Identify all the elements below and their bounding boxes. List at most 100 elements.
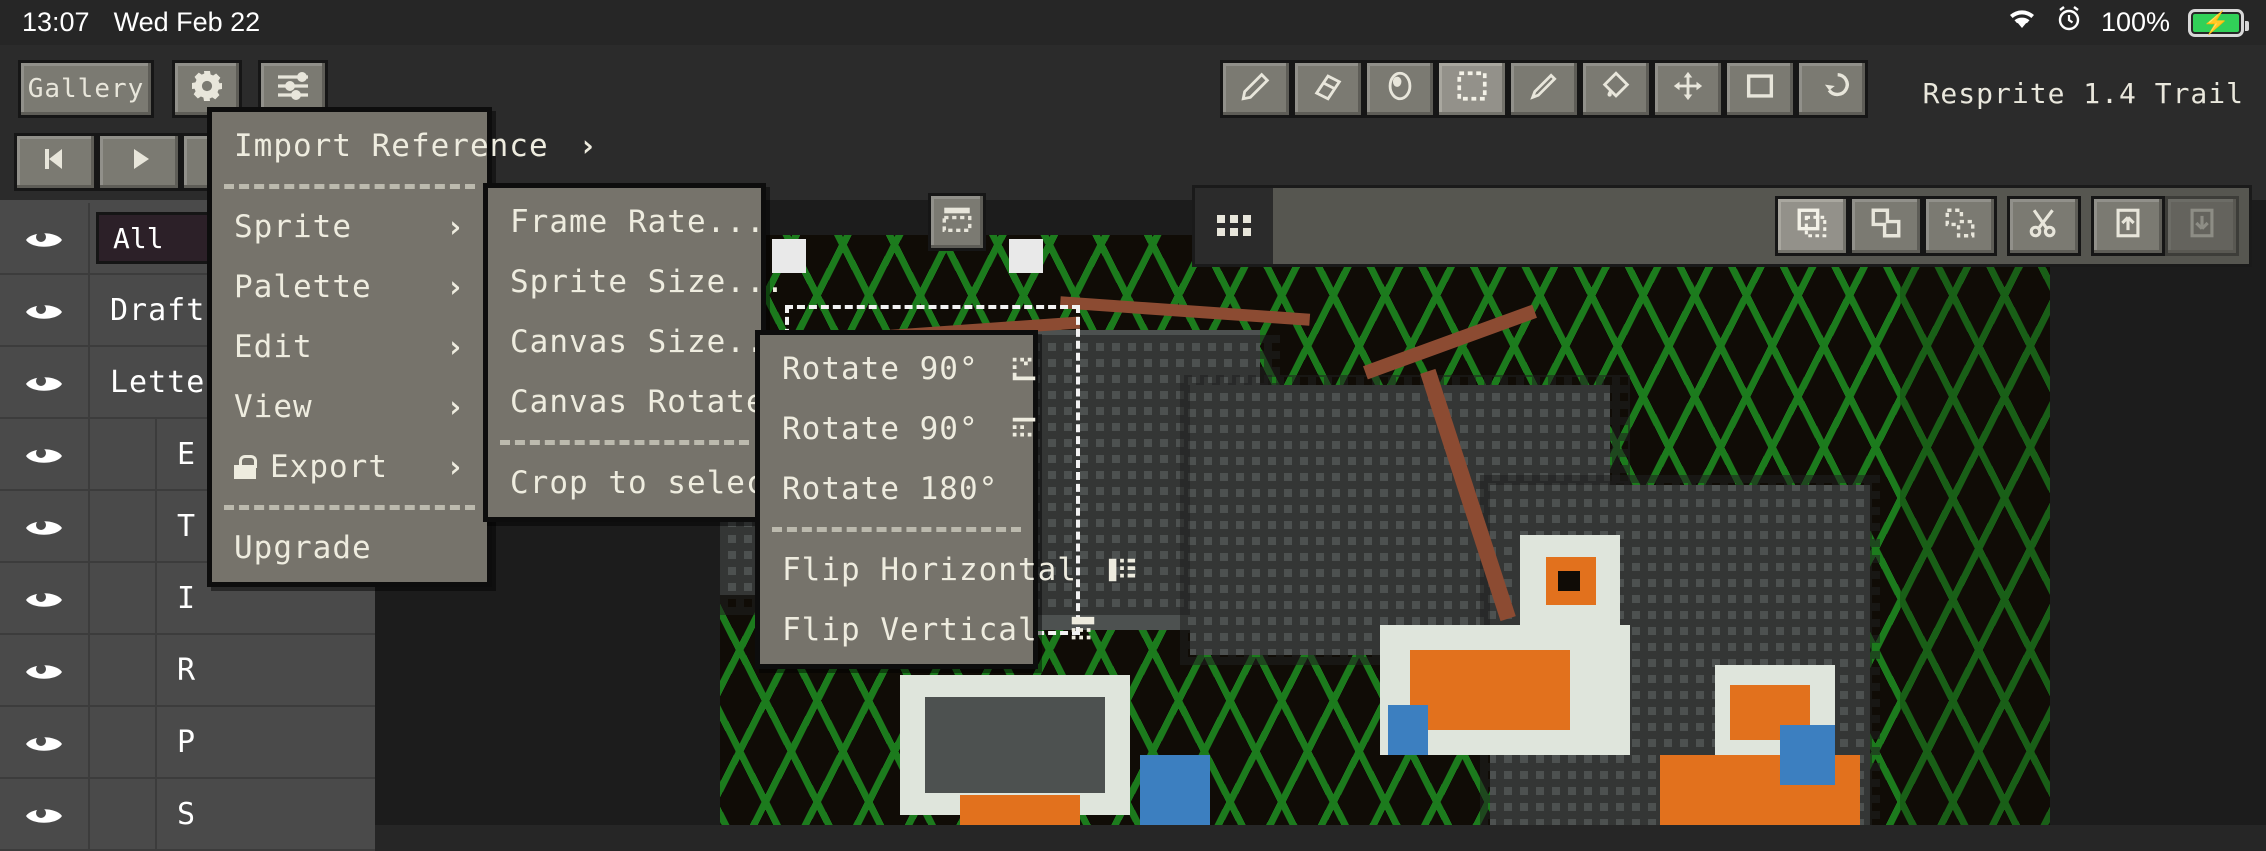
layer-row-s[interactable]: S bbox=[0, 779, 375, 851]
menu-item-palette[interactable]: Palette › bbox=[212, 257, 487, 317]
pencil-icon bbox=[1239, 69, 1273, 110]
selection-mode-group bbox=[1775, 196, 1997, 256]
layer-row-r[interactable]: R bbox=[0, 635, 375, 707]
layer-visibility-toggle[interactable] bbox=[0, 419, 90, 489]
selection-add-button[interactable] bbox=[1849, 196, 1923, 256]
selection-toolbar bbox=[1192, 185, 2252, 267]
pencil-tool[interactable] bbox=[1220, 60, 1292, 118]
selection-subtract-icon bbox=[1943, 206, 1977, 247]
menu-item-label: Flip Horizontal bbox=[782, 552, 1077, 588]
status-date: Wed Feb 22 bbox=[113, 7, 261, 37]
wifi-icon bbox=[2007, 7, 2037, 38]
shadow-patch bbox=[1900, 235, 2050, 825]
move-tool[interactable] bbox=[1652, 60, 1724, 118]
undo-arrow-icon bbox=[1815, 69, 1849, 110]
menu-item-upgrade[interactable]: Upgrade bbox=[212, 518, 487, 578]
menu-item-frame-rate[interactable]: Frame Rate... bbox=[488, 192, 765, 252]
crop-to-selection-button[interactable] bbox=[928, 193, 986, 251]
sprite-submenu: Frame Rate... Sprite Size... Canvas Size… bbox=[483, 183, 843, 522]
menu-item-edit[interactable]: Edit › bbox=[212, 317, 487, 377]
layer-visibility-toggle[interactable] bbox=[0, 275, 90, 345]
menu-item-flip-vertical[interactable]: Flip Vertical bbox=[760, 600, 1094, 660]
pen-icon bbox=[1527, 69, 1561, 110]
menu-separator bbox=[224, 184, 475, 189]
smudge-tool[interactable] bbox=[1364, 60, 1436, 118]
layer-visibility-toggle[interactable] bbox=[0, 635, 90, 705]
chevron-right-icon: › bbox=[445, 209, 465, 245]
menu-item-crop-to-selection[interactable]: Crop to selection bbox=[488, 453, 843, 513]
menu-item-label: View bbox=[234, 389, 313, 425]
stamp-down-icon bbox=[2185, 206, 2219, 247]
app-root: Gallery Resprite 1.4 Trail All Draft Let… bbox=[0, 45, 2266, 851]
menu-item-sprite[interactable]: Sprite › bbox=[212, 197, 487, 257]
prev-frame-button[interactable] bbox=[14, 133, 98, 191]
layer-visibility-toggle[interactable] bbox=[0, 779, 90, 849]
eye-icon bbox=[23, 224, 65, 252]
menu-item-import-reference[interactable]: Import Reference › bbox=[212, 116, 597, 176]
menu-item-rotate-90-cw[interactable]: Rotate 90° bbox=[760, 399, 1035, 459]
layer-visibility-toggle[interactable] bbox=[0, 203, 90, 273]
layer-visibility-toggle[interactable] bbox=[0, 347, 90, 417]
eye-icon bbox=[23, 296, 65, 324]
status-time: 13:07 bbox=[22, 7, 90, 37]
layer-indent bbox=[90, 707, 157, 777]
eye-icon bbox=[23, 656, 65, 684]
layer-row-p[interactable]: P bbox=[0, 707, 375, 779]
selection-replace-icon bbox=[1795, 206, 1829, 247]
menu-item-label: Upgrade bbox=[234, 530, 372, 566]
select-tool[interactable] bbox=[1436, 60, 1508, 118]
battery-charging-icon: ⚡ bbox=[2188, 8, 2249, 37]
creature-accent bbox=[1388, 705, 1428, 755]
fill-tool[interactable] bbox=[1580, 60, 1652, 118]
tool-palette bbox=[1220, 60, 1868, 118]
gallery-button[interactable]: Gallery bbox=[18, 60, 154, 118]
menu-item-label: Rotate 90° bbox=[782, 411, 979, 447]
drag-dots-icon[interactable] bbox=[1195, 188, 1273, 264]
canvas-rotate-submenu: Rotate 90° Rotate 90° Rotate 180° Flip H… bbox=[755, 330, 1136, 669]
cut-button[interactable] bbox=[2007, 196, 2081, 256]
creature-marking bbox=[960, 795, 1080, 825]
scissors-icon bbox=[2027, 206, 2061, 247]
flip-horizontal-icon bbox=[1107, 555, 1137, 585]
flip-vertical-icon bbox=[1068, 615, 1098, 645]
selection-handle[interactable] bbox=[1009, 239, 1043, 273]
play-button[interactable] bbox=[97, 133, 181, 191]
undo-tool[interactable] bbox=[1796, 60, 1868, 118]
stamp-button[interactable] bbox=[2165, 196, 2239, 256]
clipboard-group bbox=[2007, 196, 2081, 256]
rotate-ccw-icon bbox=[1009, 354, 1039, 384]
layer-filter-value: All bbox=[113, 221, 164, 255]
selection-subtract-button[interactable] bbox=[1923, 196, 1997, 256]
menu-item-flip-horizontal[interactable]: Flip Horizontal bbox=[760, 540, 1136, 600]
chevron-right-icon: › bbox=[445, 329, 465, 365]
alarm-clock-icon bbox=[2055, 5, 2083, 40]
eraser-icon bbox=[1311, 69, 1345, 110]
creature-accent bbox=[1780, 725, 1835, 785]
menu-item-canvas-size[interactable]: Canvas Size... bbox=[488, 312, 784, 372]
menu-item-view[interactable]: View › bbox=[212, 377, 487, 437]
layer-visibility-toggle[interactable] bbox=[0, 563, 90, 633]
selection-replace-button[interactable] bbox=[1775, 196, 1849, 256]
menu-item-canvas-rotate[interactable]: Canvas Rotate › bbox=[488, 372, 814, 432]
move-icon bbox=[1671, 69, 1705, 110]
layer-indent bbox=[90, 491, 157, 561]
menu-separator bbox=[500, 440, 749, 445]
eraser-tool[interactable] bbox=[1292, 60, 1364, 118]
menu-item-rotate-90-ccw[interactable]: Rotate 90° bbox=[760, 339, 1035, 399]
menu-item-sprite-size[interactable]: Sprite Size... bbox=[488, 252, 784, 312]
layer-indent bbox=[90, 419, 157, 489]
eye-icon bbox=[23, 800, 65, 828]
system-status-bar: 13:07 Wed Feb 22 100% ⚡ bbox=[0, 0, 2266, 45]
eye-icon bbox=[23, 368, 65, 396]
layer-visibility-toggle[interactable] bbox=[0, 491, 90, 561]
menu-item-rotate-180[interactable]: Rotate 180° bbox=[760, 459, 1033, 519]
menu-item-label: Frame Rate... bbox=[510, 204, 766, 240]
selection-add-icon bbox=[1869, 206, 1903, 247]
layer-visibility-toggle[interactable] bbox=[0, 707, 90, 777]
menu-item-export[interactable]: Export › bbox=[212, 437, 487, 497]
shape-tool[interactable] bbox=[1724, 60, 1796, 118]
eye-icon bbox=[23, 584, 65, 612]
lift-button[interactable] bbox=[2091, 196, 2165, 256]
app-title: Resprite 1.4 Trail bbox=[1922, 77, 2244, 110]
pen-tool[interactable] bbox=[1508, 60, 1580, 118]
